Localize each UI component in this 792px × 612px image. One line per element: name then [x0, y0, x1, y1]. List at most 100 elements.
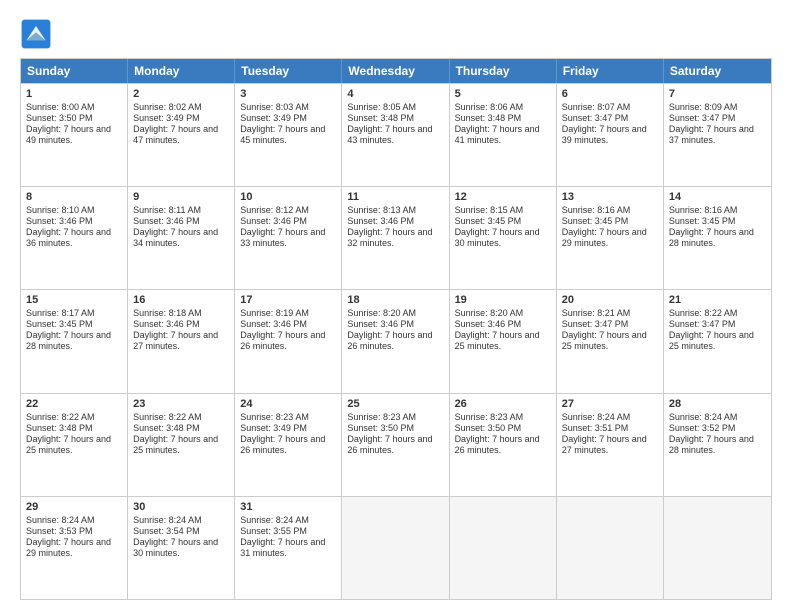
sunset: Sunset: 3:46 PM — [240, 216, 307, 226]
sunset: Sunset: 3:52 PM — [669, 423, 736, 433]
sunset: Sunset: 3:49 PM — [240, 113, 307, 123]
weekday-header: Thursday — [450, 59, 557, 83]
calendar-cell: 5 Sunrise: 8:06 AM Sunset: 3:48 PM Dayli… — [450, 84, 557, 186]
sunset: Sunset: 3:55 PM — [240, 526, 307, 536]
calendar-cell: 29 Sunrise: 8:24 AM Sunset: 3:53 PM Dayl… — [21, 497, 128, 599]
calendar-cell: 14 Sunrise: 8:16 AM Sunset: 3:45 PM Dayl… — [664, 187, 771, 289]
calendar-cell: 20 Sunrise: 8:21 AM Sunset: 3:47 PM Dayl… — [557, 290, 664, 392]
calendar-cell: 21 Sunrise: 8:22 AM Sunset: 3:47 PM Dayl… — [664, 290, 771, 392]
sunrise: Sunrise: 8:23 AM — [240, 412, 309, 422]
sunrise: Sunrise: 8:24 AM — [669, 412, 738, 422]
weekday-header: Saturday — [664, 59, 771, 83]
sunrise: Sunrise: 8:13 AM — [347, 205, 416, 215]
sunset: Sunset: 3:50 PM — [26, 113, 93, 123]
day-number: 22 — [26, 398, 122, 410]
calendar-cell: 13 Sunrise: 8:16 AM Sunset: 3:45 PM Dayl… — [557, 187, 664, 289]
sunrise: Sunrise: 8:24 AM — [240, 515, 309, 525]
sunrise: Sunrise: 8:16 AM — [669, 205, 738, 215]
calendar-cell — [664, 497, 771, 599]
sunrise: Sunrise: 8:06 AM — [455, 102, 524, 112]
calendar-cell: 4 Sunrise: 8:05 AM Sunset: 3:48 PM Dayli… — [342, 84, 449, 186]
day-number: 16 — [133, 294, 229, 306]
calendar-cell: 16 Sunrise: 8:18 AM Sunset: 3:46 PM Dayl… — [128, 290, 235, 392]
day-number: 3 — [240, 88, 336, 100]
daylight: Daylight: 7 hours and 25 minutes. — [562, 330, 647, 351]
day-number: 5 — [455, 88, 551, 100]
sunset: Sunset: 3:47 PM — [562, 319, 629, 329]
daylight: Daylight: 7 hours and 36 minutes. — [26, 227, 111, 248]
calendar: SundayMondayTuesdayWednesdayThursdayFrid… — [20, 58, 772, 600]
calendar-cell: 17 Sunrise: 8:19 AM Sunset: 3:46 PM Dayl… — [235, 290, 342, 392]
daylight: Daylight: 7 hours and 27 minutes. — [133, 330, 218, 351]
day-number: 10 — [240, 191, 336, 203]
sunset: Sunset: 3:45 PM — [669, 216, 736, 226]
sunset: Sunset: 3:48 PM — [455, 113, 522, 123]
sunset: Sunset: 3:47 PM — [669, 113, 736, 123]
sunset: Sunset: 3:50 PM — [455, 423, 522, 433]
calendar-cell: 12 Sunrise: 8:15 AM Sunset: 3:45 PM Dayl… — [450, 187, 557, 289]
day-number: 13 — [562, 191, 658, 203]
logo-icon — [20, 18, 52, 50]
sunset: Sunset: 3:49 PM — [133, 113, 200, 123]
sunset: Sunset: 3:49 PM — [240, 423, 307, 433]
sunset: Sunset: 3:53 PM — [26, 526, 93, 536]
day-number: 14 — [669, 191, 766, 203]
weekday-header: Sunday — [21, 59, 128, 83]
daylight: Daylight: 7 hours and 29 minutes. — [562, 227, 647, 248]
sunset: Sunset: 3:47 PM — [669, 319, 736, 329]
sunrise: Sunrise: 8:20 AM — [455, 308, 524, 318]
calendar-cell: 19 Sunrise: 8:20 AM Sunset: 3:46 PM Dayl… — [450, 290, 557, 392]
calendar-cell — [342, 497, 449, 599]
sunrise: Sunrise: 8:05 AM — [347, 102, 416, 112]
sunrise: Sunrise: 8:17 AM — [26, 308, 95, 318]
sunrise: Sunrise: 8:00 AM — [26, 102, 95, 112]
daylight: Daylight: 7 hours and 26 minutes. — [455, 434, 540, 455]
daylight: Daylight: 7 hours and 30 minutes. — [133, 537, 218, 558]
daylight: Daylight: 7 hours and 29 minutes. — [26, 537, 111, 558]
day-number: 29 — [26, 501, 122, 513]
weekday-header: Friday — [557, 59, 664, 83]
daylight: Daylight: 7 hours and 27 minutes. — [562, 434, 647, 455]
week-row-3: 15 Sunrise: 8:17 AM Sunset: 3:45 PM Dayl… — [21, 289, 771, 392]
sunrise: Sunrise: 8:10 AM — [26, 205, 95, 215]
daylight: Daylight: 7 hours and 25 minutes. — [26, 434, 111, 455]
day-number: 6 — [562, 88, 658, 100]
sunrise: Sunrise: 8:20 AM — [347, 308, 416, 318]
sunset: Sunset: 3:46 PM — [347, 319, 414, 329]
day-number: 11 — [347, 191, 443, 203]
day-number: 9 — [133, 191, 229, 203]
sunrise: Sunrise: 8:24 AM — [562, 412, 631, 422]
sunrise: Sunrise: 8:18 AM — [133, 308, 202, 318]
calendar-cell: 15 Sunrise: 8:17 AM Sunset: 3:45 PM Dayl… — [21, 290, 128, 392]
sunrise: Sunrise: 8:11 AM — [133, 205, 201, 215]
calendar-cell: 18 Sunrise: 8:20 AM Sunset: 3:46 PM Dayl… — [342, 290, 449, 392]
weekday-header: Wednesday — [342, 59, 449, 83]
calendar-cell: 25 Sunrise: 8:23 AM Sunset: 3:50 PM Dayl… — [342, 394, 449, 496]
day-number: 15 — [26, 294, 122, 306]
day-number: 26 — [455, 398, 551, 410]
day-number: 2 — [133, 88, 229, 100]
day-number: 17 — [240, 294, 336, 306]
sunset: Sunset: 3:45 PM — [26, 319, 93, 329]
daylight: Daylight: 7 hours and 28 minutes. — [669, 227, 754, 248]
calendar-cell — [557, 497, 664, 599]
daylight: Daylight: 7 hours and 25 minutes. — [133, 434, 218, 455]
calendar-header: SundayMondayTuesdayWednesdayThursdayFrid… — [21, 59, 771, 83]
calendar-cell: 30 Sunrise: 8:24 AM Sunset: 3:54 PM Dayl… — [128, 497, 235, 599]
daylight: Daylight: 7 hours and 41 minutes. — [455, 124, 540, 145]
day-number: 7 — [669, 88, 766, 100]
week-row-5: 29 Sunrise: 8:24 AM Sunset: 3:53 PM Dayl… — [21, 496, 771, 599]
daylight: Daylight: 7 hours and 30 minutes. — [455, 227, 540, 248]
daylight: Daylight: 7 hours and 26 minutes. — [347, 330, 432, 351]
calendar-cell: 23 Sunrise: 8:22 AM Sunset: 3:48 PM Dayl… — [128, 394, 235, 496]
weekday-header: Tuesday — [235, 59, 342, 83]
calendar-cell: 1 Sunrise: 8:00 AM Sunset: 3:50 PM Dayli… — [21, 84, 128, 186]
sunrise: Sunrise: 8:09 AM — [669, 102, 738, 112]
sunset: Sunset: 3:46 PM — [347, 216, 414, 226]
day-number: 20 — [562, 294, 658, 306]
sunrise: Sunrise: 8:23 AM — [455, 412, 524, 422]
day-number: 1 — [26, 88, 122, 100]
sunrise: Sunrise: 8:12 AM — [240, 205, 309, 215]
sunset: Sunset: 3:51 PM — [562, 423, 629, 433]
week-row-2: 8 Sunrise: 8:10 AM Sunset: 3:46 PM Dayli… — [21, 186, 771, 289]
